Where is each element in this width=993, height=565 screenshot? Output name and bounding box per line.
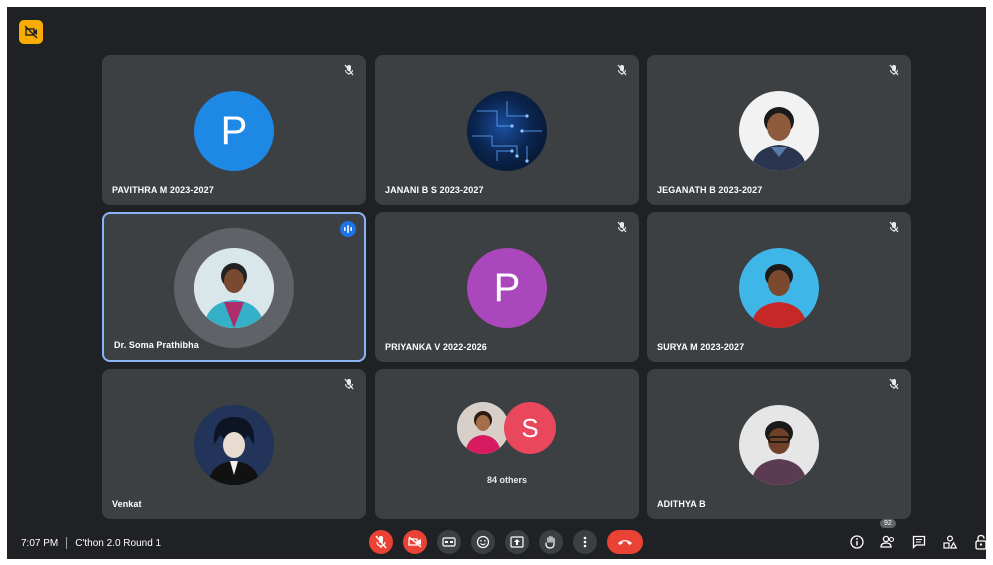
participant-name: SURYA M 2023-2027 <box>657 342 745 352</box>
participant-tile[interactable]: ADITHYA B <box>647 369 911 519</box>
participant-name: PAVITHRA M 2023-2027 <box>112 185 214 195</box>
mic-muted-icon <box>342 63 356 77</box>
mic-muted-icon <box>342 377 356 391</box>
avatar-initial: P <box>220 108 248 153</box>
more-options-icon[interactable] <box>573 530 597 554</box>
participant-name: Dr. Soma Prathibha <box>114 340 199 350</box>
present-icon[interactable] <box>505 530 529 554</box>
others-tile[interactable]: S 84 others <box>375 369 639 519</box>
avatar-initial: S <box>521 412 539 443</box>
participant-tile[interactable]: P PAVITHRA M 2023-2027 <box>102 55 366 205</box>
emoji-icon[interactable] <box>471 530 495 554</box>
meeting-info: 7:07 PM C'thon 2.0 Round 1 <box>21 537 161 549</box>
speaking-indicator-icon <box>340 221 356 237</box>
meet-window: P PAVITHRA M 2023-2027 JANANI B S 2023-2… <box>7 7 986 559</box>
avatar: P <box>194 91 274 171</box>
avatar <box>739 91 819 171</box>
avatar <box>739 248 819 328</box>
avatar <box>467 91 547 171</box>
captions-icon[interactable] <box>437 530 461 554</box>
participant-count-badge: 92 <box>880 519 896 528</box>
no-video-badge-icon[interactable] <box>19 20 43 44</box>
avatar <box>739 405 819 485</box>
avatar <box>194 248 274 328</box>
mic-muted-icon <box>887 220 901 234</box>
mic-off-icon[interactable] <box>369 530 393 554</box>
people-icon[interactable]: 92 <box>878 519 898 552</box>
mic-muted-icon <box>615 220 629 234</box>
end-call-icon[interactable] <box>607 530 643 554</box>
call-controls <box>369 529 643 555</box>
mic-muted-icon <box>615 63 629 77</box>
camera-off-icon[interactable] <box>403 530 427 554</box>
raise-hand-icon[interactable] <box>539 530 563 554</box>
participant-name: JANANI B S 2023-2027 <box>385 185 484 195</box>
avatar <box>457 402 509 454</box>
host-controls-icon[interactable] <box>971 532 986 552</box>
avatar: S <box>504 402 556 454</box>
side-panel-controls: 92 <box>847 519 986 552</box>
mic-muted-icon <box>887 377 901 391</box>
avatar-initial: P <box>493 265 521 310</box>
others-count-label: 84 others <box>486 475 528 485</box>
divider <box>66 537 68 549</box>
participant-name: PRIYANKA V 2022-2026 <box>385 342 487 352</box>
participant-name: JEGANATH B 2023-2027 <box>657 185 763 195</box>
participant-name: ADITHYA B <box>657 499 706 509</box>
activities-icon[interactable] <box>940 532 960 552</box>
participant-name: Venkat <box>112 499 142 509</box>
mic-muted-icon <box>887 63 901 77</box>
participant-tile[interactable]: JANANI B S 2023-2027 <box>375 55 639 205</box>
chat-icon[interactable] <box>909 532 929 552</box>
participant-tile[interactable]: JEGANATH B 2023-2027 <box>647 55 911 205</box>
participant-tile-active-speaker[interactable]: Dr. Soma Prathibha <box>102 212 366 362</box>
participant-tile[interactable]: Venkat <box>102 369 366 519</box>
participant-tile[interactable]: SURYA M 2023-2027 <box>647 212 911 362</box>
participant-tile[interactable]: P PRIYANKA V 2022-2026 <box>375 212 639 362</box>
info-icon[interactable] <box>847 532 867 552</box>
clock: 7:07 PM <box>21 537 59 549</box>
avatar <box>194 405 274 485</box>
avatar: P <box>467 248 547 328</box>
meeting-title: C'thon 2.0 Round 1 <box>75 537 162 549</box>
